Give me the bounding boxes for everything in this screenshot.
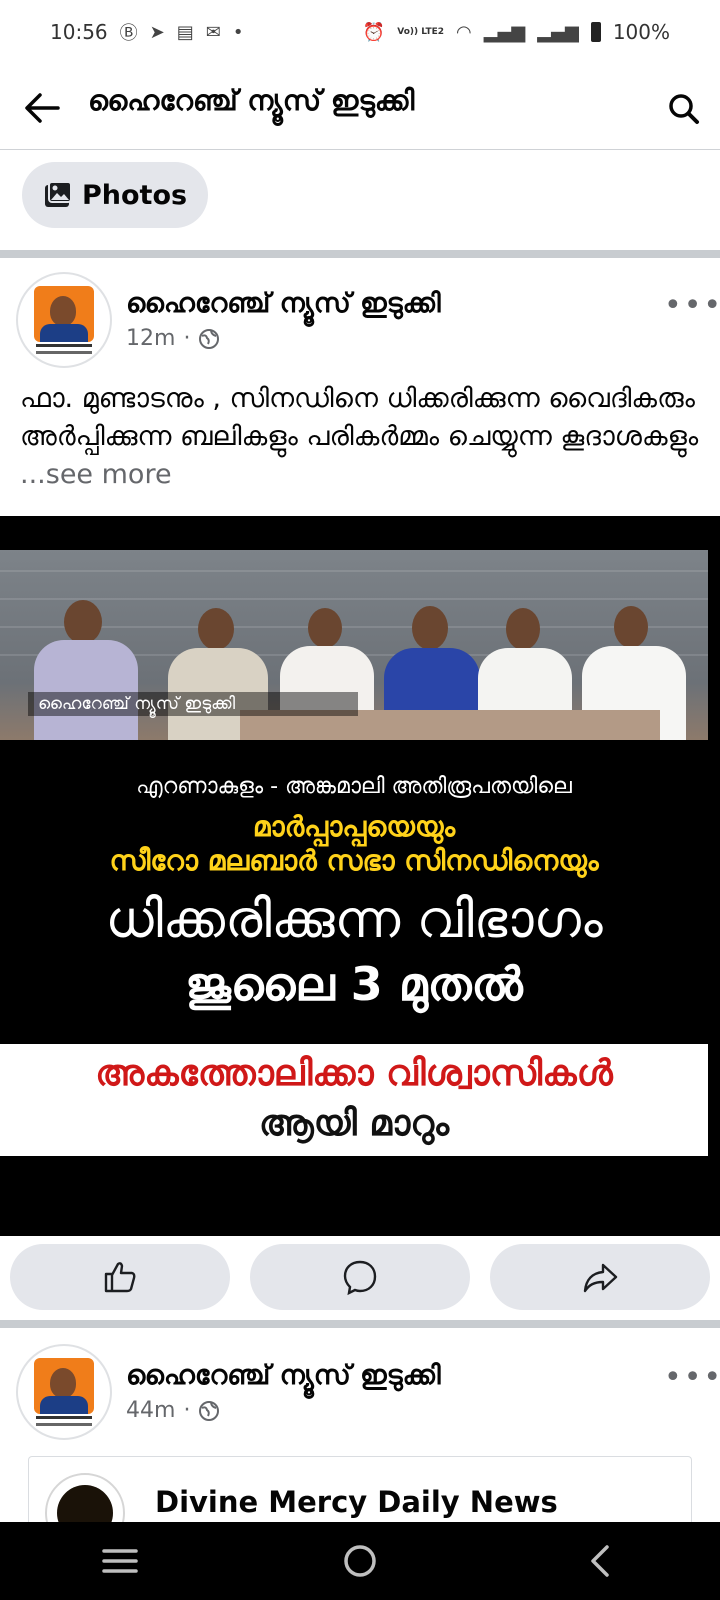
battery-percent: 100% [612, 20, 670, 44]
system-nav-bar [0, 1522, 720, 1600]
post-author[interactable]: ഹൈറേഞ്ച് ന്യൂസ് ഇടുക്കി [126, 1360, 441, 1392]
home-button[interactable] [330, 1531, 390, 1591]
status-time: 10:56 [50, 20, 108, 44]
wifi-icon: ◠ [456, 21, 472, 43]
image-line-6: അകത്തോലിക്കാ വിശ്വാസികൾ [95, 1053, 613, 1094]
home-icon [344, 1545, 376, 1577]
post-meta: 12m · [126, 326, 220, 351]
comment-button[interactable] [250, 1244, 470, 1310]
person-head [198, 608, 234, 650]
like-icon [104, 1262, 136, 1293]
image-line-3: സീറോ മലബാർ സഭാ സിനഡിനെയും [109, 844, 599, 877]
app-bar: ഹൈറേഞ്ച് ന്യൂസ് ഇടുക്കി [0, 64, 720, 150]
shared-page-title[interactable]: Divine Mercy Daily News [155, 1485, 558, 1519]
battery-icon [590, 22, 601, 42]
system-back-icon [591, 1545, 609, 1577]
search-icon[interactable] [668, 88, 700, 128]
meta-separator: · [183, 326, 191, 351]
avatar-face [50, 1368, 76, 1398]
post-time[interactable]: 12m [126, 326, 175, 351]
post-image[interactable]: ഹൈറേഞ്ച് ന്യൂസ് ഇടുക്കി എറണാകുളം - അങ്കമ… [0, 516, 720, 1236]
globe-icon [199, 328, 220, 349]
system-back-button[interactable] [570, 1531, 630, 1591]
more-options-icon[interactable]: ••• [664, 288, 720, 323]
recents-icon [102, 1549, 138, 1573]
person-head [308, 608, 342, 648]
alarm-icon: ⏰ [362, 21, 386, 43]
post-author[interactable]: ഹൈറേഞ്ച് ന്യൂസ് ഇടുക്കി [126, 288, 441, 320]
person [30, 590, 140, 740]
press-meet-photo: ഹൈറേഞ്ച് ന്യൂസ് ഇടുക്കി [0, 550, 708, 740]
back-arrow-icon[interactable] [22, 88, 62, 128]
avatar[interactable] [16, 272, 112, 368]
feed-divider [0, 250, 720, 258]
photos-icon [45, 181, 72, 207]
recents-button[interactable] [90, 1531, 150, 1591]
like-button[interactable] [10, 1244, 230, 1310]
signal-icon: ▂▄▆ [483, 21, 526, 43]
post-actions [0, 1236, 720, 1320]
image-line-1: എറണാകുളം - അങ്കമാലി അതിരൂപതയിലെ [136, 774, 572, 799]
avatar-caption [36, 1416, 92, 1426]
share-button[interactable] [490, 1244, 710, 1310]
person-head [64, 600, 102, 644]
status-right: ⏰ Vo)) LTE2 ◠ ▂▄▆ ▂▄▆ 100% [363, 20, 670, 44]
b-circle-icon: Ⓑ [119, 23, 138, 44]
image-watermark: ഹൈറേഞ്ച് ന്യൂസ് ഇടുക്കി [28, 692, 358, 716]
more-options-icon[interactable]: ••• [664, 1360, 720, 1395]
photos-filter-chip[interactable]: Photos [22, 162, 208, 228]
image-line-5: ജൂലൈ 3 മുതൽ [185, 957, 523, 1011]
avatar-shirt [40, 1396, 88, 1414]
post-meta: 44m · [126, 1398, 220, 1423]
feed-divider [0, 1320, 720, 1328]
post-text: ഫാ. മുണ്ടാടനും , സിനഡിനെ ധിക്കരിക്കുന്ന … [20, 380, 710, 494]
signal-icon: ▂▄▆ [537, 21, 579, 43]
news-icon: ▤ [176, 21, 194, 43]
avatar[interactable] [16, 1344, 112, 1440]
meta-separator: · [183, 1398, 191, 1423]
post-time[interactable]: 44m [126, 1398, 175, 1423]
globe-icon [199, 1400, 220, 1421]
status-bar: 10:56 Ⓑ ➤ ▤ ✉ • ⏰ Vo)) LTE2 ◠ ▂▄▆ ▂▄▆ 10… [0, 0, 720, 64]
person-body [34, 640, 138, 740]
photos-chip-label: Photos [82, 179, 188, 211]
avatar-shirt [40, 324, 88, 342]
see-more-link[interactable]: ...see more [20, 459, 172, 490]
page-title: ഹൈറേഞ്ച് ന്യൂസ് ഇടുക്കി [88, 84, 415, 117]
comment-icon [343, 1260, 377, 1296]
share-icon [583, 1263, 618, 1293]
network-label: Vo)) LTE2 [397, 26, 445, 37]
avatar-face [50, 296, 76, 326]
wall-line [0, 570, 708, 572]
person-head [412, 606, 448, 650]
person-head [614, 606, 648, 648]
status-left: 10:56 Ⓑ ➤ ▤ ✉ • [50, 19, 243, 45]
post-body: ഫാ. മുണ്ടാടനും , സിനഡിനെ ധിക്കരിക്കുന്ന … [20, 383, 699, 452]
image-line-2: മാർപ്പാപ്പയെയും [252, 810, 456, 843]
gmail-icon: ✉ [205, 21, 221, 43]
image-line-7: ആയി മാറും [258, 1103, 450, 1144]
avatar-photo [34, 1358, 94, 1414]
avatar-photo [34, 286, 94, 342]
avatar-caption [36, 344, 92, 354]
telegram-icon: ➤ [149, 21, 165, 43]
person-head [506, 608, 540, 650]
dot-icon: • [232, 21, 244, 43]
image-line-4: ധിക്കരിക്കുന്ന വിഭാഗം [105, 890, 603, 950]
